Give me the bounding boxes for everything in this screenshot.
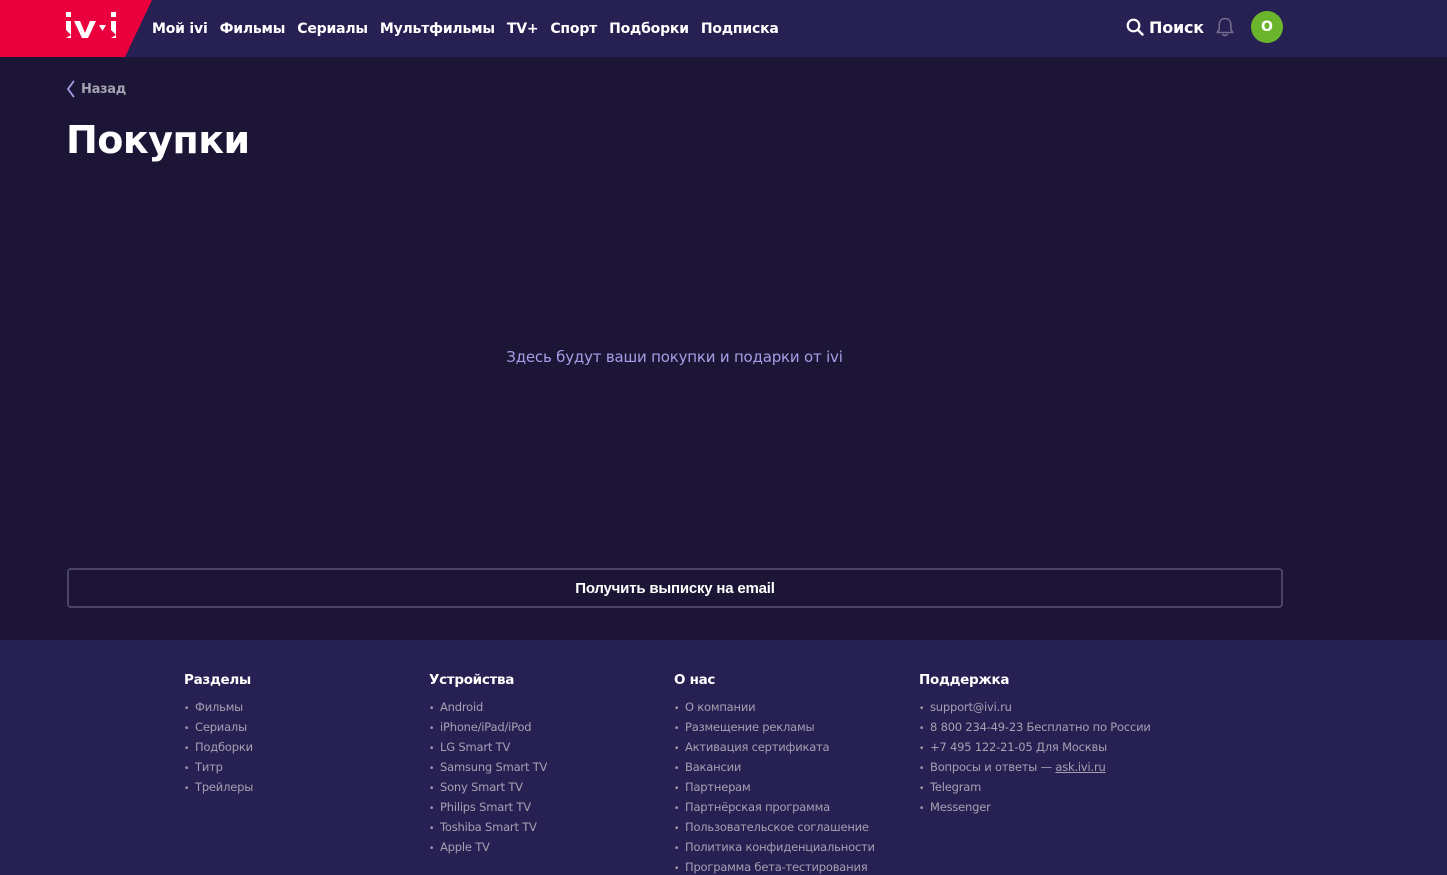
footer-link[interactable]: Android [429,698,547,718]
footer-link[interactable]: Пользовательское соглашение [674,818,875,838]
footer-link[interactable]: Toshiba Smart TV [429,818,547,838]
bell-icon [1216,17,1234,37]
footer-link[interactable]: Сериалы [184,718,253,738]
ivi-logo-icon [0,0,152,57]
faq-prefix: Вопросы и ответы — [930,760,1056,774]
support-email-link[interactable]: support@ivi.ru [919,698,1151,718]
footer-link[interactable]: Партнёрская программа [674,798,875,818]
footer-link[interactable]: Вакансии [674,758,875,778]
footer-link[interactable]: Партнерам [674,778,875,798]
nav-item-my-ivi[interactable]: Мой ivi [152,21,208,37]
footer-column-title: Поддержка [919,672,1010,688]
nav-item-subscription[interactable]: Подписка [701,21,779,37]
ivi-logo[interactable] [0,0,152,57]
footer-link[interactable]: О компании [674,698,875,718]
footer-link[interactable]: Sony Smart TV [429,778,547,798]
search-label: Поиск [1149,17,1204,37]
footer-link[interactable]: Samsung Smart TV [429,758,547,778]
back-link[interactable]: Назад [66,79,126,99]
faq-link[interactable]: ask.ivi.ru [1055,760,1105,774]
nav-item-collections[interactable]: Подборки [609,21,689,37]
top-navigation-bar: Мой ivi Фильмы Сериалы Мультфильмы TV+ С… [0,0,1447,57]
footer-link[interactable]: Apple TV [429,838,547,858]
nav-item-movies[interactable]: Фильмы [220,21,286,37]
footer: Разделы Фильмы Сериалы Подборки Титр Тре… [0,640,1447,875]
footer-column-about: О нас О компании Размещение рекламы Акти… [674,672,875,875]
footer-link[interactable]: Фильмы [184,698,253,718]
footer-link[interactable]: iPhone/iPad/iPod [429,718,547,738]
page-title: Покупки [66,118,250,162]
footer-link[interactable]: Титр [184,758,253,778]
footer-link[interactable]: Политика конфиденциальности [674,838,875,858]
notifications-button[interactable] [1213,15,1237,39]
main-nav: Мой ivi Фильмы Сериалы Мультфильмы TV+ С… [152,0,791,57]
footer-column-title: О нас [674,672,716,688]
footer-column-title: Разделы [184,672,251,688]
get-email-statement-button[interactable]: Получить выписку на email [67,568,1283,608]
support-phone-russia[interactable]: 8 800 234-49-23 Бесплатно по России [919,718,1151,738]
nav-item-cartoons[interactable]: Мультфильмы [380,21,495,37]
footer-link[interactable]: Трейлеры [184,778,253,798]
footer-link[interactable]: LG Smart TV [429,738,547,758]
empty-purchases-message: Здесь будут ваши покупки и подарки от iv… [506,348,843,366]
footer-column-title: Устройства [429,672,515,688]
search-icon [1126,18,1144,36]
support-messenger-link[interactable]: Messenger [919,798,1151,818]
footer-link[interactable]: Размещение рекламы [674,718,875,738]
support-phone-moscow[interactable]: +7 495 122-21-05 Для Москвы [919,738,1151,758]
footer-column-devices: Устройства Android iPhone/iPad/iPod LG S… [429,672,547,858]
support-faq: Вопросы и ответы — ask.ivi.ru [919,758,1151,778]
nav-item-sport[interactable]: Спорт [550,21,597,37]
footer-link[interactable]: Активация сертификата [674,738,875,758]
chevron-left-icon [67,80,75,98]
footer-link[interactable]: Philips Smart TV [429,798,547,818]
footer-column-support: Поддержка support@ivi.ru 8 800 234-49-23… [919,672,1151,818]
nav-item-tv-plus[interactable]: TV+ [507,21,539,37]
search-button[interactable]: Поиск [1126,16,1204,38]
support-telegram-link[interactable]: Telegram [919,778,1151,798]
nav-item-series[interactable]: Сериалы [297,21,368,37]
footer-column-sections: Разделы Фильмы Сериалы Подборки Титр Тре… [184,672,253,798]
footer-link[interactable]: Программа бета-тестирования [674,858,875,875]
avatar[interactable]: О [1251,11,1283,43]
back-label: Назад [81,81,126,97]
footer-link[interactable]: Подборки [184,738,253,758]
